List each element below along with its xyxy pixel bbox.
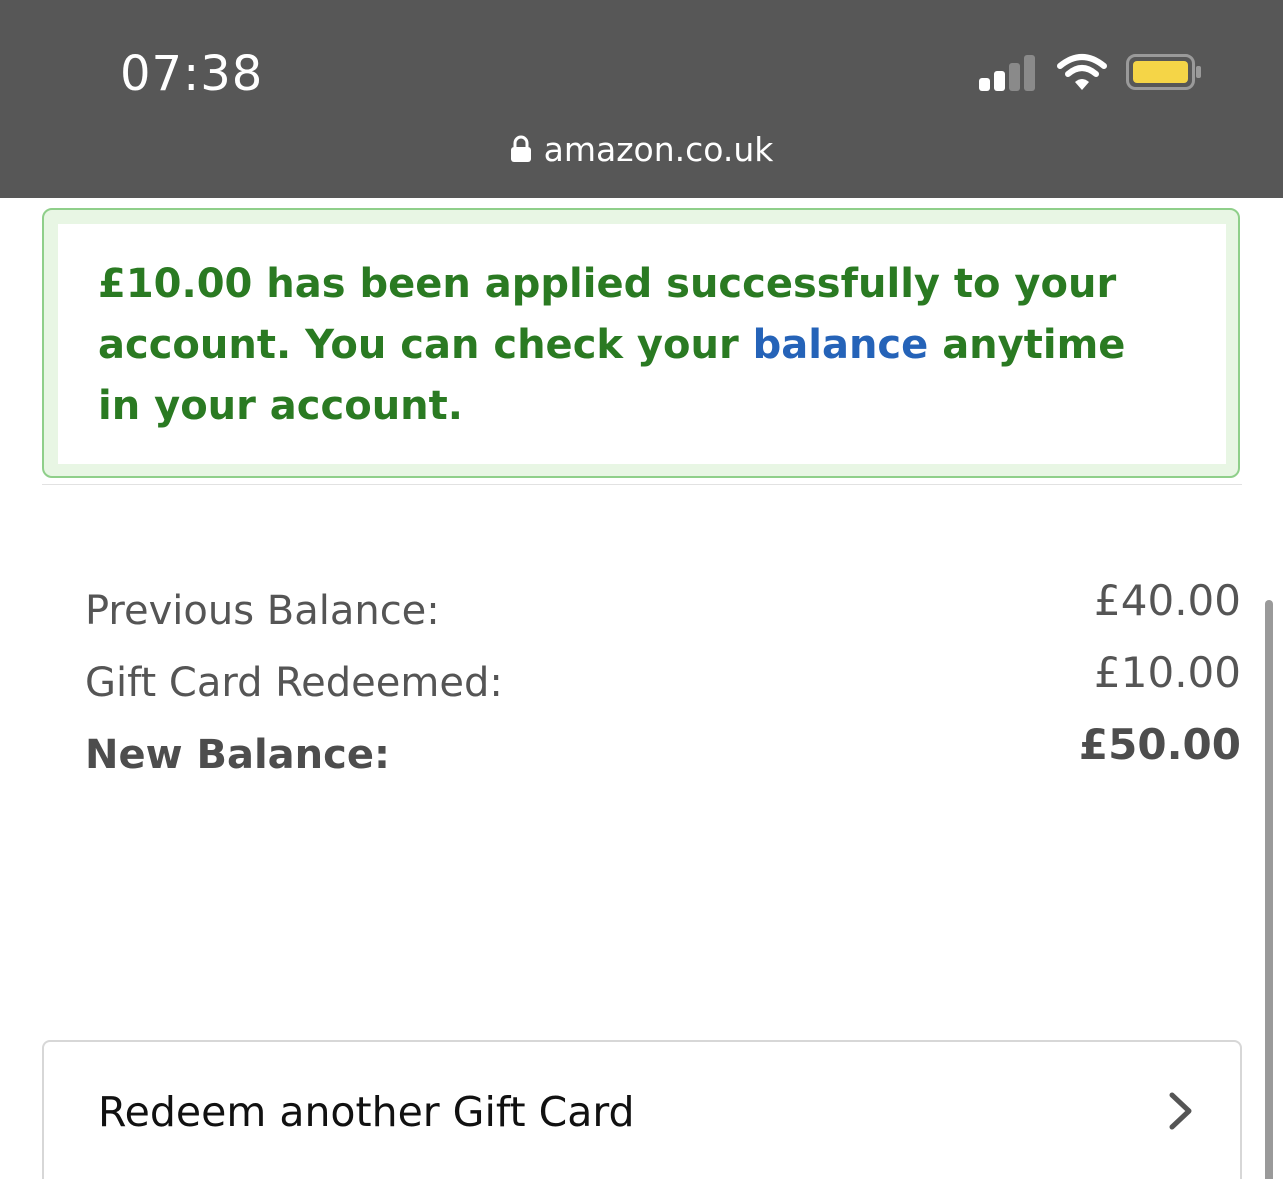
scrollbar[interactable] [1265,600,1273,1179]
previous-balance-label: Previous Balance: [85,588,440,634]
previous-balance-value: £40.00 [1094,576,1241,625]
gift-card-redeemed-row: Gift Card Redeemed: £10.00 [85,648,1241,708]
lock-icon [510,135,531,162]
balance-link[interactable]: balance [753,322,929,368]
chevron-right-icon [1169,1092,1192,1130]
previous-balance-row: Previous Balance: £40.00 [85,576,1241,636]
redeem-another-gift-card-button[interactable]: Redeem another Gift Card [42,1040,1242,1179]
page: 07:38 amazon.co.uk £10.00 has been appli… [0,0,1283,1179]
success-message: £10.00 has been applied successfully to … [98,254,1158,437]
divider [42,484,1242,485]
success-alert-body: £10.00 has been applied successfully to … [58,224,1226,464]
address-bar[interactable]: amazon.co.uk [0,128,1283,172]
cellular-signal-icon [979,55,1039,91]
gift-card-redeemed-label: Gift Card Redeemed: [85,660,503,706]
wifi-icon [1057,54,1107,90]
url-text: amazon.co.uk [543,130,774,169]
browser-top-bar: 07:38 amazon.co.uk [0,0,1283,198]
battery-icon [1126,54,1201,90]
status-time: 07:38 [120,46,264,102]
new-balance-value: £50.00 [1078,720,1241,769]
gift-card-redeemed-value: £10.00 [1094,648,1241,697]
success-alert: £10.00 has been applied successfully to … [42,208,1240,478]
redeem-another-gift-card-label: Redeem another Gift Card [98,1088,635,1136]
new-balance-label: New Balance: [85,732,390,778]
new-balance-row: New Balance: £50.00 [85,720,1241,780]
